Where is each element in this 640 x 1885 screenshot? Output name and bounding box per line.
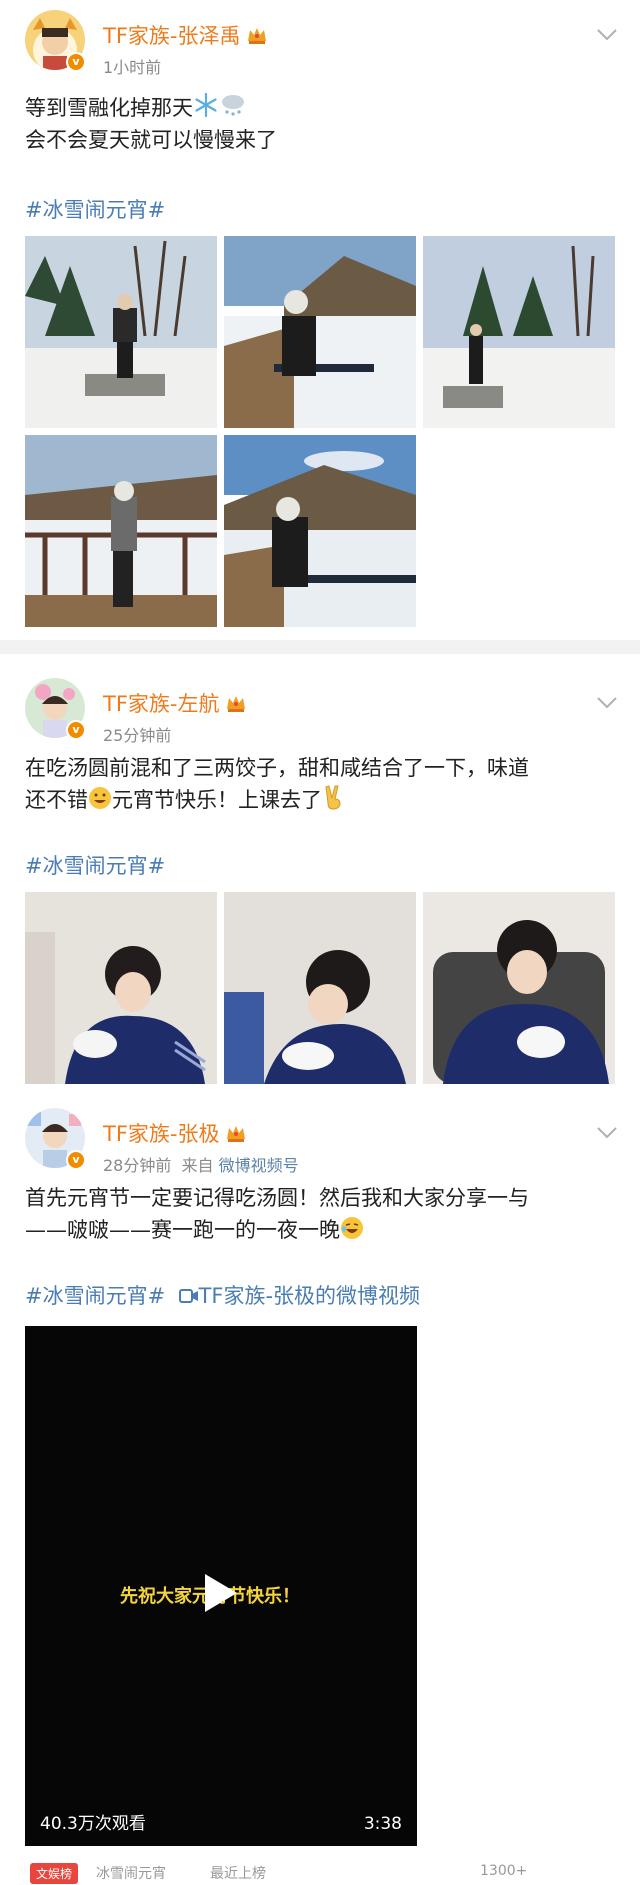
post-text: 还不错: [25, 788, 88, 812]
post-time: 25分钟前: [103, 726, 172, 745]
crown-icon: [227, 1126, 246, 1142]
username[interactable]: TF家族-左航: [103, 688, 247, 718]
username-text: TF家族-左航: [103, 692, 220, 716]
photo-1[interactable]: [25, 236, 217, 428]
username-text: TF家族-张泽禹: [103, 24, 241, 48]
post-text: 元宵节快乐！上课去了: [112, 788, 322, 812]
video-duration: 3:38: [363, 1814, 402, 1834]
grin-emoji: [88, 786, 112, 819]
laughing-emoji: [340, 1216, 364, 1249]
hashtag-link[interactable]: #冰雪闹元宵#: [25, 850, 165, 880]
verified-badge: v: [66, 1150, 86, 1170]
chevron-down-icon[interactable]: [596, 28, 618, 42]
post-time: 28分钟前: [103, 1156, 172, 1175]
view-count: 40.3万次观看: [40, 1814, 146, 1834]
verified-badge: v: [66, 720, 86, 740]
victory-hand-emoji: [322, 784, 346, 819]
username-text: TF家族-张极: [103, 1122, 220, 1146]
post-zhang-zeyu: v TF家族-张泽禹 1小时前 等到雪融化掉那天 会不会夏天就可以慢慢来了 #冰…: [0, 0, 640, 640]
photo-5[interactable]: [224, 435, 416, 627]
username[interactable]: TF家族-张极: [103, 1118, 247, 1148]
crown-icon: [227, 696, 246, 712]
video-link-text: TF家族-张极的微博视频: [198, 1284, 421, 1308]
username[interactable]: TF家族-张泽禹: [103, 20, 268, 50]
post-zhang-ji: v TF家族-张极 28分钟前 来自 微博视频号 首先元宵节一定要记得吃汤圆！然…: [0, 1086, 640, 1885]
chevron-down-icon[interactable]: [596, 1126, 618, 1140]
post-text: 在吃汤圆前混和了三两饺子，甜和咸结合了一下，味道: [25, 756, 529, 780]
post-zuo-hang: v TF家族-左航 25分钟前 在吃汤圆前混和了三两饺子，甜和咸结合了一下，味道…: [0, 654, 640, 1086]
source-prefix: 来自: [181, 1156, 214, 1175]
hashtag-row: #冰雪闹元宵# TF家族-张极的微博视频: [25, 1280, 420, 1310]
post-text: 等到雪融化掉那天: [25, 96, 193, 120]
video-player[interactable]: 先祝大家元宵节快乐！ 40.3万次观看 3:38: [25, 1326, 417, 1846]
post-text: ——啵啵——赛一跑一的一夜一晚: [25, 1218, 340, 1242]
play-icon[interactable]: [203, 1572, 239, 1614]
photo-1[interactable]: [25, 892, 217, 1084]
post-text-line: 还不错 元宵节快乐！上课去了: [25, 784, 346, 819]
photo-4[interactable]: [25, 435, 217, 627]
post-text-line: 等到雪融化掉那天: [25, 92, 247, 127]
photo-3[interactable]: [423, 892, 615, 1084]
photo-3[interactable]: [423, 236, 615, 428]
post-text-line: ——啵啵——赛一跑一的一夜一晚: [25, 1214, 364, 1249]
hashtag-link[interactable]: #冰雪闹元宵#: [25, 194, 165, 224]
post-meta: 28分钟前 来自 微博视频号: [103, 1152, 299, 1176]
verified-badge: v: [66, 52, 86, 72]
crown-icon: [248, 28, 267, 44]
photo-2[interactable]: [224, 892, 416, 1084]
recent-ranked: 最近上榜: [210, 1866, 266, 1882]
chevron-down-icon[interactable]: [596, 696, 618, 710]
engagement-count: 1300+: [480, 1863, 528, 1879]
ranking-tag: 文娱榜: [30, 1863, 79, 1884]
post-text: 首先元宵节一定要记得吃汤圆！然后我和大家分享一与: [25, 1186, 529, 1210]
post-time: 1小时前: [103, 58, 162, 77]
snow-cloud-emoji: [219, 92, 247, 127]
video-link-icon: [178, 1289, 198, 1303]
trending-topic: 冰雪闹元宵: [96, 1866, 166, 1882]
video-link[interactable]: TF家族-张极的微博视频: [178, 1284, 421, 1308]
photo-2[interactable]: [224, 236, 416, 428]
snowflake-emoji: [193, 92, 219, 127]
hashtag-link[interactable]: #冰雪闹元宵#: [25, 1284, 165, 1308]
post-separator: [0, 640, 640, 654]
trending-bar[interactable]: 文娱榜 冰雪闹元宵 最近上榜 1300+: [0, 1861, 640, 1885]
post-text: 会不会夏天就可以慢慢来了: [25, 128, 277, 152]
source-link[interactable]: 微博视频号: [219, 1156, 299, 1175]
